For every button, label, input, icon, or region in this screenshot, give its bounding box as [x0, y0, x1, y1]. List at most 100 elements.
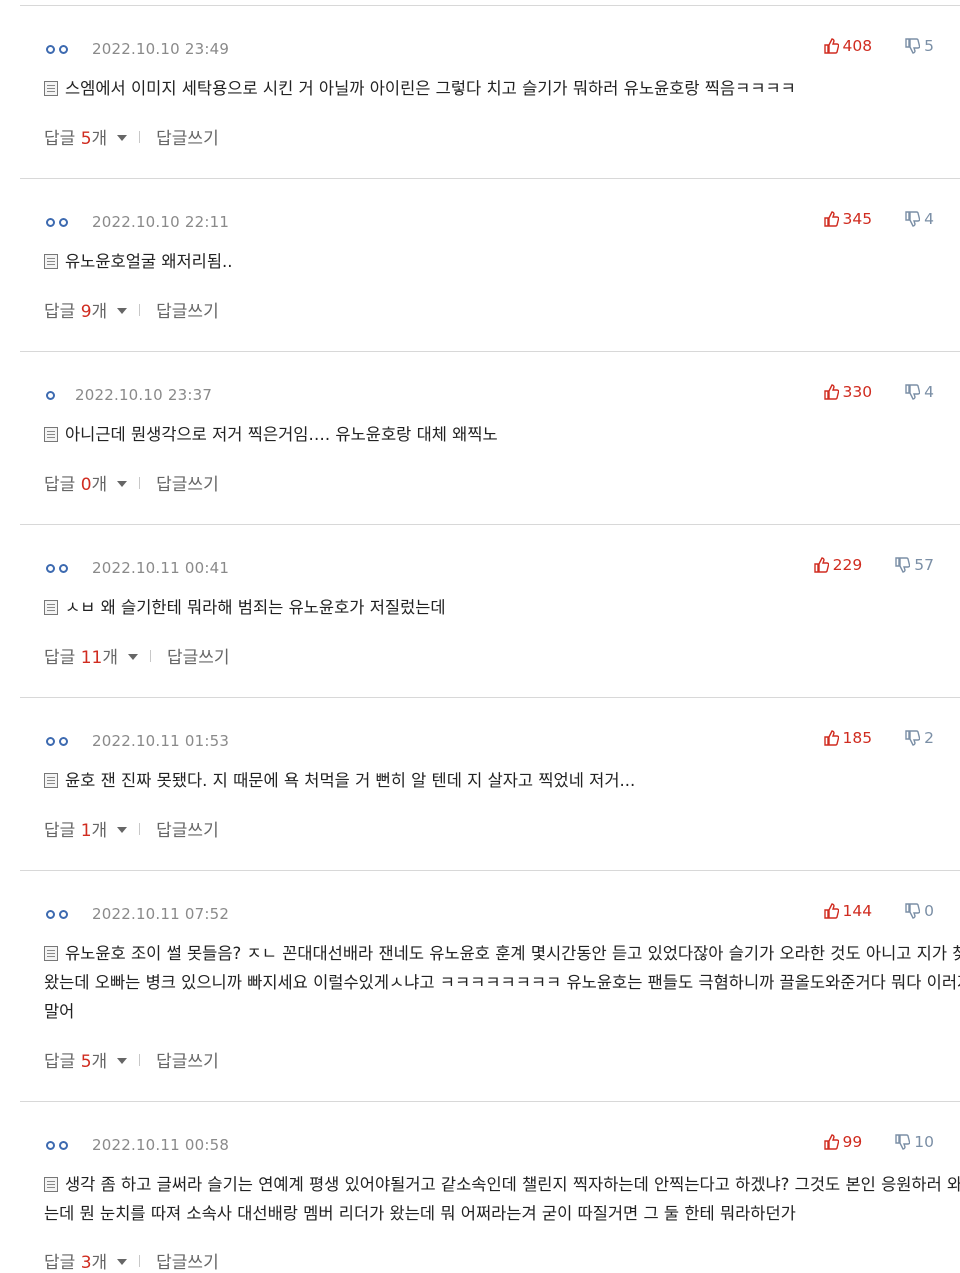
thumbs-down-icon [905, 211, 921, 227]
reply-count: 0 [80, 475, 92, 495]
reply-toggle[interactable]: 답글 0개 [44, 470, 107, 495]
reply-unit: 개 [102, 648, 118, 668]
comment-date: 2022.10.11 01:53 [92, 732, 230, 750]
reply-label: 답글 [44, 821, 81, 841]
reply-toggle[interactable]: 답글 3개 [44, 1248, 107, 1273]
reply-bar: 답글 11개 답글쓰기 [44, 643, 230, 668]
downvote-button[interactable]: 5 [904, 37, 934, 55]
nickname-masked[interactable] [46, 909, 68, 919]
write-reply-button[interactable]: 답글쓰기 [156, 297, 219, 322]
reply-count: 3 [80, 1253, 92, 1273]
nickname-masked[interactable] [46, 736, 68, 746]
thumbs-down-icon [895, 1134, 911, 1150]
downvote-button[interactable]: 0 [904, 902, 934, 920]
comment-item: 2022.10.11 01:53 185 2 윤호 잰 진짜 못됐다. 지 때문… [20, 698, 960, 871]
nickname-masked[interactable] [46, 1140, 68, 1150]
write-reply-button[interactable]: 답글쓰기 [156, 1248, 219, 1273]
reply-bar: 답글 9개 답글쓰기 [44, 297, 219, 322]
nickname-masked[interactable] [46, 563, 68, 573]
comment-body: 아니근데 뭔생각으로 저거 찍은거임…. 유노윤호랑 대체 왜찍노 [44, 420, 960, 449]
reply-count: 11 [80, 648, 103, 668]
comment-date: 2022.10.10 22:11 [92, 213, 230, 231]
reply-bar: 답글 5개 답글쓰기 [44, 124, 219, 149]
write-reply-button[interactable]: 답글쓰기 [156, 816, 219, 841]
reply-toggle[interactable]: 답글 11개 [44, 643, 118, 668]
nickname-masked[interactable] [46, 217, 68, 227]
thumbs-down-icon [905, 730, 921, 746]
reply-unit: 개 [91, 475, 108, 495]
comment-text: 윤호 잰 진짜 못됐다. 지 때문에 욕 처먹을 거 뻔히 알 텐데 지 살자고… [65, 771, 636, 790]
vote-box: 144 0 [823, 902, 934, 920]
comment-meta: 2022.10.10 23:37 [46, 385, 212, 405]
reply-count: 5 [80, 1052, 92, 1072]
comment-text: 유노윤호얼굴 왜저리됨.. [65, 252, 233, 271]
comment-body: 생각 좀 하고 글써라 슬기는 연예계 평생 있어야될거고 같소속인데 챌린지 … [44, 1170, 960, 1228]
downvote-button[interactable]: 2 [904, 729, 934, 747]
downvote-count: 4 [924, 383, 934, 401]
chevron-down-icon[interactable] [117, 481, 128, 487]
thumbs-down-icon [905, 38, 921, 54]
thumbs-up-icon [823, 730, 839, 746]
downvote-count: 2 [924, 729, 934, 747]
chevron-down-icon[interactable] [117, 827, 128, 833]
comment-body: 스엠에서 이미지 세탁용으로 시킨 거 아닐까 아이린은 그렇다 치고 슬기가 … [44, 74, 960, 103]
comment-body: 유노윤호 조이 썰 못들음? ㅈㄴ 꼰대대선배라 잰네도 유노윤호 훈계 몇시간… [44, 939, 960, 1026]
chevron-down-icon[interactable] [117, 308, 128, 314]
comment-text: 유노윤호 조이 썰 못들음? ㅈㄴ 꼰대대선배라 잰네도 유노윤호 훈계 몇시간… [44, 944, 960, 1021]
memo-icon [44, 600, 58, 615]
nickname-masked[interactable] [46, 44, 68, 54]
downvote-button[interactable]: 4 [904, 210, 934, 228]
vote-box: 330 4 [823, 383, 934, 401]
thumbs-up-icon [823, 38, 839, 54]
chevron-down-icon[interactable] [117, 1058, 128, 1064]
reply-unit: 개 [91, 1253, 108, 1273]
chevron-down-icon[interactable] [117, 135, 128, 141]
comment-text: 생각 좀 하고 글써라 슬기는 연예계 평생 있어야될거고 같소속인데 챌린지 … [44, 1175, 960, 1223]
vote-box: 99 10 [823, 1133, 934, 1151]
upvote-count: 144 [842, 902, 873, 920]
write-reply-button[interactable]: 답글쓰기 [156, 470, 219, 495]
downvote-count: 4 [924, 210, 934, 228]
comment-text: 아니근데 뭔생각으로 저거 찍은거임…. 유노윤호랑 대체 왜찍노 [65, 425, 498, 444]
upvote-button[interactable]: 330 [823, 383, 872, 401]
comment-list: 2022.10.10 23:49 408 5 스엠에서 이미지 세탁용으로 시킨… [0, 6, 960, 1273]
reply-label: 답글 [44, 302, 81, 322]
thumbs-up-icon [823, 211, 839, 227]
reply-toggle[interactable]: 답글 5개 [44, 124, 107, 149]
comment-item: 2022.10.11 00:58 99 10 생각 좀 하고 글써라 슬기는 연… [20, 1102, 960, 1273]
write-reply-button[interactable]: 답글쓰기 [156, 124, 219, 149]
nickname-masked[interactable] [46, 390, 55, 400]
write-reply-button[interactable]: 답글쓰기 [167, 643, 230, 668]
upvote-button[interactable]: 144 [823, 902, 873, 920]
vote-box: 229 57 [813, 556, 934, 574]
upvote-button[interactable]: 408 [823, 37, 872, 55]
upvote-count: 185 [842, 729, 873, 747]
write-reply-button[interactable]: 답글쓰기 [156, 1047, 219, 1072]
chevron-down-icon[interactable] [117, 1259, 128, 1265]
downvote-count: 57 [914, 556, 934, 574]
upvote-count: 229 [832, 556, 863, 574]
comment-date: 2022.10.11 07:52 [92, 905, 230, 923]
memo-icon [44, 773, 58, 788]
comment-date: 2022.10.11 00:41 [92, 559, 230, 577]
upvote-button[interactable]: 99 [823, 1133, 862, 1151]
downvote-button[interactable]: 4 [904, 383, 934, 401]
divider [139, 822, 141, 835]
reply-unit: 개 [91, 302, 108, 322]
chevron-down-icon[interactable] [127, 654, 138, 660]
comment-meta: 2022.10.11 07:52 [46, 904, 229, 924]
divider [149, 649, 151, 662]
comment-date: 2022.10.10 23:49 [92, 40, 230, 58]
upvote-button[interactable]: 185 [823, 729, 873, 747]
comment-text: ㅅㅂ 왜 슬기한테 뭐라해 범죄는 유노윤호가 저질렀는데 [65, 598, 446, 617]
downvote-button[interactable]: 57 [894, 556, 934, 574]
reply-toggle[interactable]: 답글 1개 [44, 816, 107, 841]
memo-icon [44, 254, 58, 269]
upvote-button[interactable]: 345 [823, 210, 872, 228]
comment-body: 윤호 잰 진짜 못됐다. 지 때문에 욕 처먹을 거 뻔히 알 텐데 지 살자고… [44, 766, 960, 795]
upvote-button[interactable]: 229 [813, 556, 863, 574]
reply-label: 답글 [44, 475, 81, 495]
reply-toggle[interactable]: 답글 5개 [44, 1047, 107, 1072]
reply-toggle[interactable]: 답글 9개 [44, 297, 107, 322]
downvote-button[interactable]: 10 [894, 1133, 934, 1151]
